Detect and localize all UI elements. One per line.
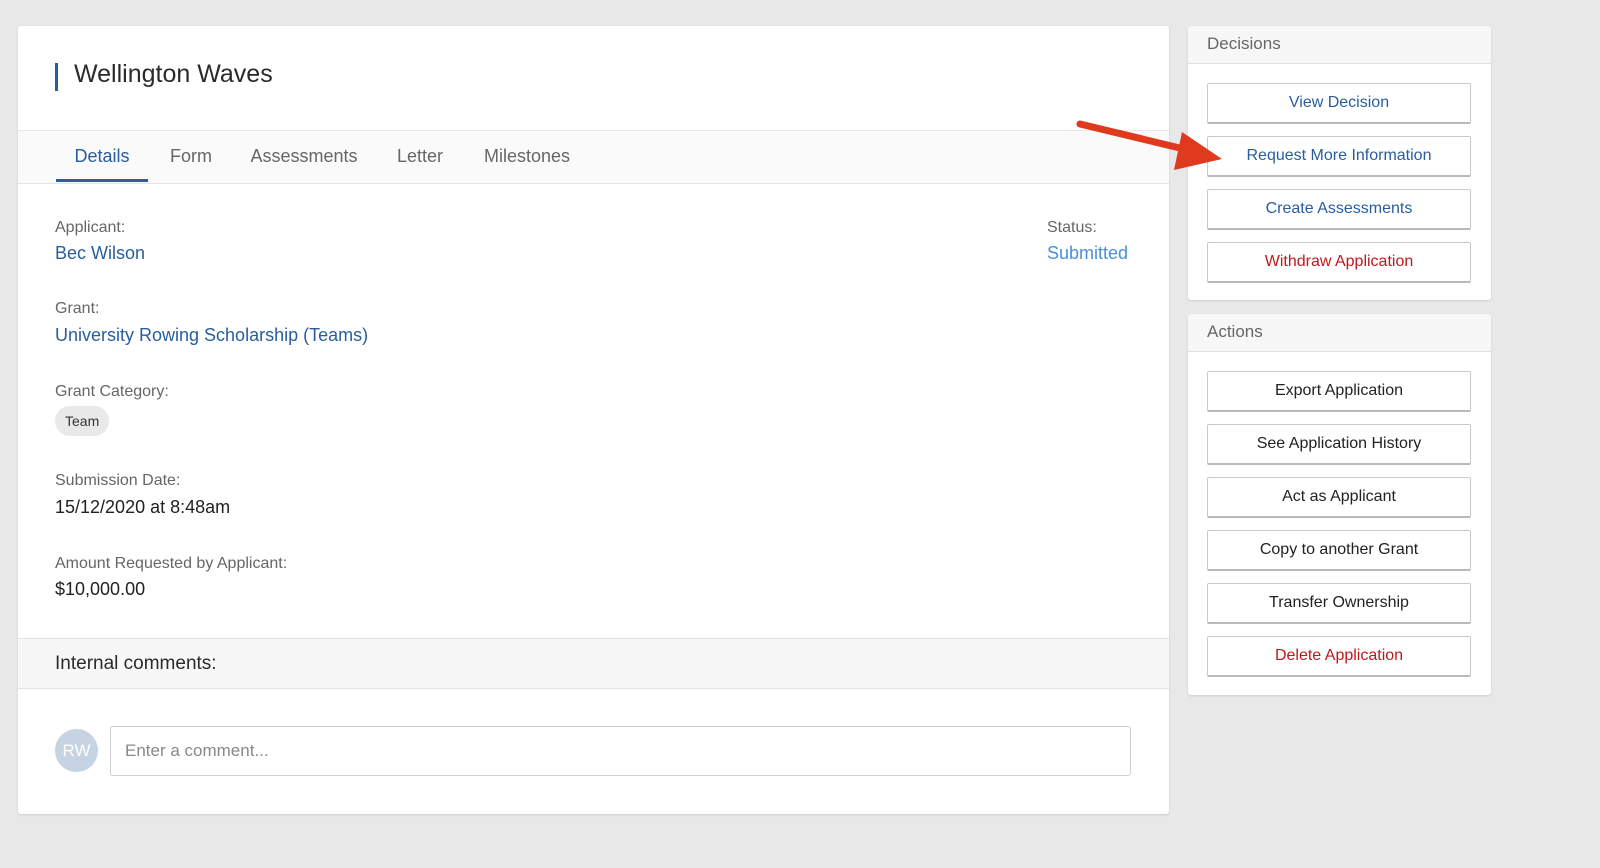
tab-assessments[interactable]: Assessments bbox=[248, 131, 360, 181]
comment-input[interactable] bbox=[110, 726, 1131, 776]
amount-requested-label: Amount Requested by Applicant: bbox=[55, 555, 288, 572]
tab-letter[interactable]: Letter bbox=[392, 131, 448, 181]
export-application-button[interactable]: Export Application bbox=[1207, 371, 1471, 412]
status-label: Status: bbox=[1047, 219, 1097, 236]
tab-milestones[interactable]: Milestones bbox=[480, 131, 574, 181]
tab-details[interactable]: Details bbox=[56, 131, 148, 182]
internal-comments-title: Internal comments: bbox=[55, 653, 217, 674]
submission-date-label: Submission Date: bbox=[55, 472, 181, 489]
delete-application-button[interactable]: Delete Application bbox=[1207, 636, 1471, 677]
tab-bar: Details Form Assessments Letter Mileston… bbox=[18, 130, 1169, 184]
amount-requested-value: $10,000.00 bbox=[55, 579, 146, 599]
copy-to-another-grant-button[interactable]: Copy to another Grant bbox=[1207, 530, 1471, 571]
grant-category-chip: Team bbox=[55, 406, 110, 436]
view-decision-button[interactable]: View Decision bbox=[1207, 83, 1471, 124]
applicant-link[interactable]: Bec Wilson bbox=[55, 243, 145, 264]
applicant-label: Applicant: bbox=[55, 219, 126, 236]
grant-link[interactable]: University Rowing Scholarship (Teams) bbox=[55, 325, 368, 346]
act-as-applicant-button[interactable]: Act as Applicant bbox=[1207, 477, 1471, 518]
title-accent-bar bbox=[55, 63, 58, 91]
create-assessments-button[interactable]: Create Assessments bbox=[1207, 189, 1471, 230]
tab-form[interactable]: Form bbox=[166, 131, 216, 181]
status-value[interactable]: Submitted bbox=[1047, 243, 1128, 264]
page-title: Wellington Waves bbox=[74, 60, 273, 88]
request-more-information-button[interactable]: Request More Information bbox=[1207, 136, 1471, 177]
internal-comments-header: Internal comments: bbox=[18, 638, 1169, 689]
grant-label: Grant: bbox=[55, 300, 100, 317]
submission-date-value: 15/12/2020 at 8:48am bbox=[55, 497, 231, 517]
actions-header: Actions bbox=[1188, 314, 1491, 352]
decisions-panel: Decisions View Decision Request More Inf… bbox=[1188, 26, 1491, 300]
withdraw-application-button[interactable]: Withdraw Application bbox=[1207, 242, 1471, 283]
avatar: RW bbox=[55, 729, 98, 772]
see-application-history-button[interactable]: See Application History bbox=[1207, 424, 1471, 465]
red-arrow-icon bbox=[1076, 120, 1222, 170]
transfer-ownership-button[interactable]: Transfer Ownership bbox=[1207, 583, 1471, 624]
actions-panel: Actions Export Application See Applicati… bbox=[1188, 314, 1491, 695]
grant-category-label: Grant Category: bbox=[55, 383, 169, 400]
decisions-header: Decisions bbox=[1188, 26, 1491, 64]
